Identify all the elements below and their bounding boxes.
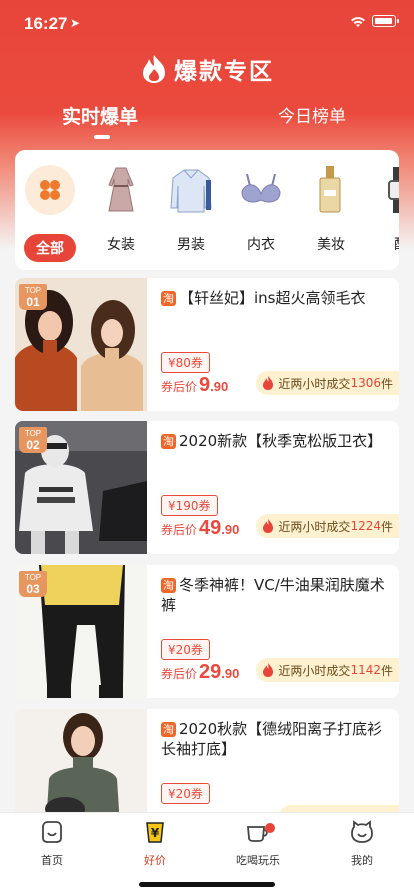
top-tabs: 实时爆单 今日榜单	[0, 102, 414, 142]
yen-bag-icon: ¥	[146, 822, 164, 843]
flame-logo-icon	[143, 55, 165, 83]
product-title: 淘【轩丝妃】ins超火高领毛衣	[161, 289, 366, 307]
bra-icon	[241, 173, 281, 203]
fire-icon	[263, 519, 274, 533]
home-icon	[42, 821, 62, 843]
category-label: 内衣	[247, 237, 275, 253]
tab-label: 我的	[351, 854, 373, 867]
taobao-icon: 淘	[161, 291, 176, 306]
product-card[interactable]: TOP 01 淘【轩丝妃】ins超火高领毛衣 ¥80券 券后价 9.90 近两小时成…	[15, 278, 399, 411]
product-title: 淘冬季神裤！VC/牛油果润肤魔术裤	[161, 576, 385, 614]
coupon-tag: ¥80券	[161, 352, 210, 373]
taobao-icon: 淘	[161, 434, 176, 449]
shirt-icon	[170, 169, 212, 213]
tab-label: 首页	[41, 854, 63, 867]
rank-badge: TOP 02	[19, 427, 47, 453]
category-label: 全部	[24, 234, 76, 262]
status-bar: 16:27 ➤	[0, 0, 414, 46]
category-women[interactable]: 女装	[90, 164, 152, 254]
sales-info: 近两小时成交 1306 件	[256, 371, 399, 395]
coupon-tag: ¥20券	[161, 783, 210, 804]
sales-info: 近两小时成交 1224 件	[256, 514, 399, 538]
tab-label: 好价	[144, 854, 166, 867]
watch-icon	[388, 167, 399, 213]
rank-badge: TOP 03	[19, 571, 47, 597]
fire-icon	[263, 376, 274, 390]
product-image: TOP 02	[15, 421, 147, 554]
grid-icon	[25, 165, 75, 215]
perfume-icon	[319, 166, 341, 213]
dress-icon	[108, 167, 134, 212]
product-image: TOP 03	[15, 565, 147, 698]
product-card[interactable]: TOP 03 淘冬季神裤！VC/牛油果润肤魔术裤 ¥20券 券后价 29.90 近两…	[15, 565, 399, 698]
svg-text:¥: ¥	[151, 826, 160, 840]
coupon-tag: ¥20券	[161, 639, 210, 660]
battery-icon	[372, 15, 399, 27]
category-accessories[interactable]: 配	[370, 164, 399, 254]
category-label: 女装	[107, 237, 135, 253]
category-bar: 全部 女装 男装 内衣 美妆 配	[15, 150, 399, 270]
coupon-tag: ¥190券	[161, 495, 218, 516]
category-men[interactable]: 男装	[160, 164, 222, 254]
category-label: 美妆	[317, 237, 345, 253]
taobao-icon: 淘	[161, 722, 176, 737]
page-title: 爆款专区	[174, 59, 274, 85]
status-time: 16:27	[24, 14, 68, 33]
taobao-icon: 淘	[161, 578, 176, 593]
tab-realtime[interactable]: 实时爆单	[62, 102, 138, 129]
tab-food-fun[interactable]: 吃喝玩乐	[218, 819, 298, 868]
home-indicator	[139, 882, 275, 887]
category-label: 男装	[177, 237, 205, 253]
tab-indicator	[94, 135, 110, 139]
product-card[interactable]: TOP 02 淘 2020新款【秋季宽松版卫衣】 ¥190券 券后价 49.90 近两…	[15, 421, 399, 554]
price: 券后价 49.90	[161, 517, 240, 539]
bear-face-icon	[351, 820, 373, 843]
tab-home[interactable]: 首页	[12, 819, 92, 868]
price: 券后价 9.90	[161, 374, 229, 396]
location-arrow-icon: ➤	[70, 16, 81, 30]
notification-dot	[265, 823, 275, 833]
rank-badge: TOP 01	[19, 284, 47, 310]
wifi-icon	[351, 17, 365, 27]
tab-deals[interactable]: ¥ 好价	[115, 819, 195, 868]
category-underwear[interactable]: 内衣	[230, 164, 292, 254]
category-all[interactable]: 全部	[19, 164, 81, 262]
product-title: 淘 2020秋款【德绒阳离子打底衫长袖打底】	[161, 720, 383, 758]
price: 券后价 29.90	[161, 661, 240, 683]
product-title: 淘 2020新款【秋季宽松版卫衣】	[161, 432, 383, 450]
page-header: 爆款专区	[0, 52, 414, 86]
sales-info: 近两小时成交 1142 件	[256, 658, 399, 682]
category-label: 配	[370, 234, 399, 254]
product-image: TOP 01	[15, 278, 147, 411]
tab-label: 吃喝玩乐	[236, 854, 280, 867]
tab-me[interactable]: 我的	[322, 819, 402, 868]
fire-icon	[263, 663, 274, 677]
tab-today-ranking[interactable]: 今日榜单	[278, 102, 346, 127]
category-beauty[interactable]: 美妆	[300, 164, 362, 254]
